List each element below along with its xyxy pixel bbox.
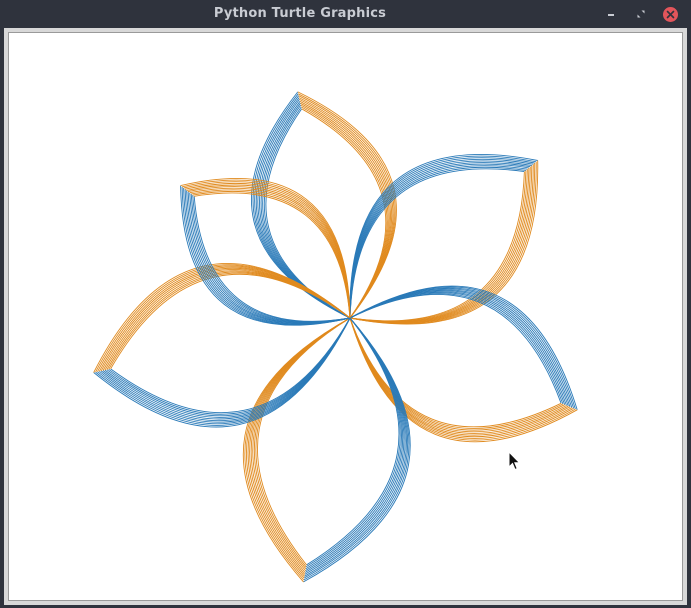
petal-arc-blue bbox=[349, 168, 525, 319]
petal-arc-orange bbox=[349, 167, 530, 323]
petal-arc-orange bbox=[349, 317, 565, 431]
petal-arc-blue bbox=[349, 165, 528, 319]
petal-arc-blue bbox=[303, 317, 410, 581]
petal-arc-orange bbox=[102, 269, 351, 371]
title-bar[interactable]: Python Turtle Graphics bbox=[0, 0, 691, 28]
window-title: Python Turtle Graphics bbox=[213, 6, 387, 21]
petal-arc-blue bbox=[303, 317, 411, 583]
restore-icon bbox=[637, 10, 645, 18]
mouse-pointer-icon bbox=[508, 451, 521, 471]
petal-arc-blue bbox=[304, 317, 406, 575]
petal-arc-blue bbox=[349, 163, 529, 319]
petal-arc-blue bbox=[304, 317, 407, 577]
petal-arc-orange bbox=[257, 317, 351, 566]
petal-arc-orange bbox=[180, 178, 351, 319]
petal-arc-orange bbox=[349, 165, 533, 323]
petal-arc-blue bbox=[104, 317, 351, 418]
petal-arc-orange bbox=[349, 162, 536, 324]
flower-drawing bbox=[93, 91, 578, 583]
petal-arc-blue bbox=[349, 166, 526, 319]
turtle-canvas[interactable] bbox=[8, 32, 683, 601]
petal-arc-orange bbox=[349, 169, 528, 322]
petal-arc-orange bbox=[255, 317, 351, 568]
minimize-icon bbox=[608, 14, 614, 16]
petal-arc-orange bbox=[106, 271, 351, 370]
petal-arc-orange bbox=[100, 267, 351, 372]
petal-arc-orange bbox=[349, 317, 564, 429]
petal-arc-orange bbox=[349, 164, 534, 324]
turtle-window: Python Turtle Graphics bbox=[0, 0, 691, 608]
restore-button[interactable] bbox=[633, 6, 649, 22]
close-icon bbox=[666, 10, 674, 18]
petal-arc-orange bbox=[349, 161, 537, 325]
petal-arc-orange bbox=[99, 266, 351, 372]
petal-arc-orange bbox=[104, 270, 351, 371]
close-button[interactable] bbox=[662, 6, 678, 22]
petal-arc-blue bbox=[306, 317, 400, 566]
minimize-button[interactable] bbox=[603, 6, 619, 22]
petal-arc-blue bbox=[303, 317, 408, 579]
